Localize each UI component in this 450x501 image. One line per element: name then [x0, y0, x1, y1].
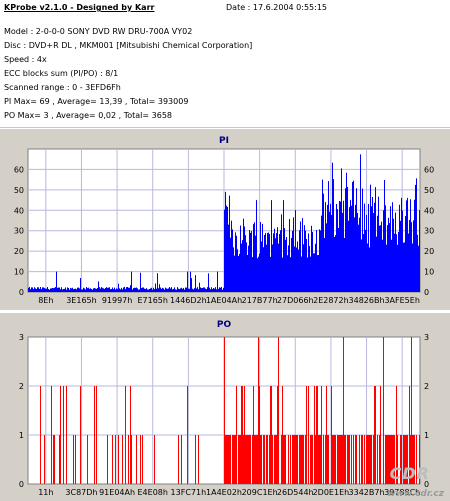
- x-tick-label: 2E2872h: [313, 296, 349, 305]
- y-tick-label-left: 0: [19, 288, 24, 297]
- y-tick-label-left: 50: [14, 186, 24, 195]
- x-tick-label: 209C1Eh: [242, 488, 278, 497]
- pi-chart: PI 0 0 10 10 20 20 30 30 40 40 50 50 60 60 8Eh 3E165h 919…: [14, 136, 434, 305]
- y-tick-label-left: 0: [19, 480, 24, 489]
- pi-chart-panel: PI 0 0 10 10 20 20 30 30 40 40 50 50 60 60 8Eh 3E165h 919…: [0, 128, 450, 310]
- po-chart-panel: PO 0 0 1 1 2 2 3 3 11h 3C87Dh 91E04Ah E4E08h 13FC71h 1…: [0, 312, 450, 501]
- y-tick-label-left: 10: [14, 268, 24, 277]
- info-header: KProbe v2.1.0 - Designed by Karr Date : …: [0, 0, 450, 128]
- x-tick-label: 1446D2h: [170, 296, 207, 305]
- chart-title: PI: [219, 136, 229, 146]
- x-tick-label: E4E08h: [138, 488, 168, 497]
- y-tick-label-right: 10: [424, 268, 434, 277]
- scan-date: Date : 17.6.2004 0:55:15: [226, 3, 327, 12]
- x-tick-label: 26D544h: [277, 488, 314, 497]
- y-tick-label-left: 2: [19, 382, 24, 391]
- info-model: Model : 2-0-0-0 SONY DVD RW DRU-700A VY0…: [4, 27, 193, 36]
- po-chart: PO0 01 12 23 311h 3C87Dh 91E04Ah E4E08h 13FC71h 1…: [19, 320, 429, 497]
- x-tick-label: 3AFE5Eh: [384, 296, 419, 305]
- info-po-stats: PO Max= 3 , Average= 0,02 , Total= 3658: [4, 111, 172, 120]
- app-title: KProbe v2.1.0 - Designed by Karr: [4, 3, 155, 12]
- x-tick-label: 1A4E02h: [206, 488, 242, 497]
- x-tick-label: E7165h: [137, 296, 167, 305]
- watermark-site: www.cdr.cz: [387, 489, 444, 499]
- info-range: Scanned range : 0 - 3EFD6Fh: [4, 83, 121, 92]
- y-tick-label-left: 3: [19, 333, 24, 342]
- y-tick-label-right: 30: [424, 227, 434, 236]
- y-tick-label-right: 20: [424, 247, 434, 256]
- y-tick-label-right: 2: [424, 382, 429, 391]
- x-tick-label: 34826Bh: [349, 296, 385, 305]
- y-tick-label-right: 50: [424, 186, 434, 195]
- chart-title: PO: [217, 320, 232, 330]
- y-tick-label-right: 3: [424, 333, 429, 342]
- x-tick-label: 8Eh: [38, 296, 53, 305]
- x-tick-label: 3E165h: [66, 296, 96, 305]
- x-tick-label: 217B77h: [242, 296, 278, 305]
- x-tick-label: 91997h: [102, 296, 133, 305]
- x-tick-label: 27D066h: [277, 296, 314, 305]
- y-tick-label-left: 1: [19, 431, 24, 440]
- info-speed: Speed : 4x: [4, 55, 47, 64]
- y-tick-label-right: 60: [424, 165, 434, 174]
- y-tick-label-right: 0: [424, 288, 429, 297]
- y-tick-label-right: 40: [424, 206, 434, 215]
- y-tick-label-left: 40: [14, 206, 24, 215]
- info-ecc: ECC blocks sum (PI/PO) : 8/1: [4, 69, 119, 78]
- y-tick-label-left: 60: [14, 165, 24, 174]
- x-tick-label: 3342B7h: [349, 488, 385, 497]
- x-tick-label: 91E04Ah: [99, 488, 135, 497]
- x-tick-label: 3C87Dh: [65, 488, 97, 497]
- y-tick-label-left: 20: [14, 247, 24, 256]
- y-tick-label-left: 30: [14, 227, 24, 236]
- info-disc: Disc : DVD+R DL , MKM001 [Mitsubishi Che…: [4, 41, 253, 50]
- x-tick-label: 13FC71h: [171, 488, 207, 497]
- x-tick-label: 11h: [38, 488, 53, 497]
- watermark-logo: CDR: [389, 464, 430, 483]
- x-tick-label: 1AE04Ah: [206, 296, 242, 305]
- y-tick-label-right: 1: [424, 431, 429, 440]
- info-pi-stats: PI Max= 69 , Average= 13,39 , Total= 393…: [4, 97, 189, 106]
- x-tick-label: 2D0E1Eh: [313, 488, 350, 497]
